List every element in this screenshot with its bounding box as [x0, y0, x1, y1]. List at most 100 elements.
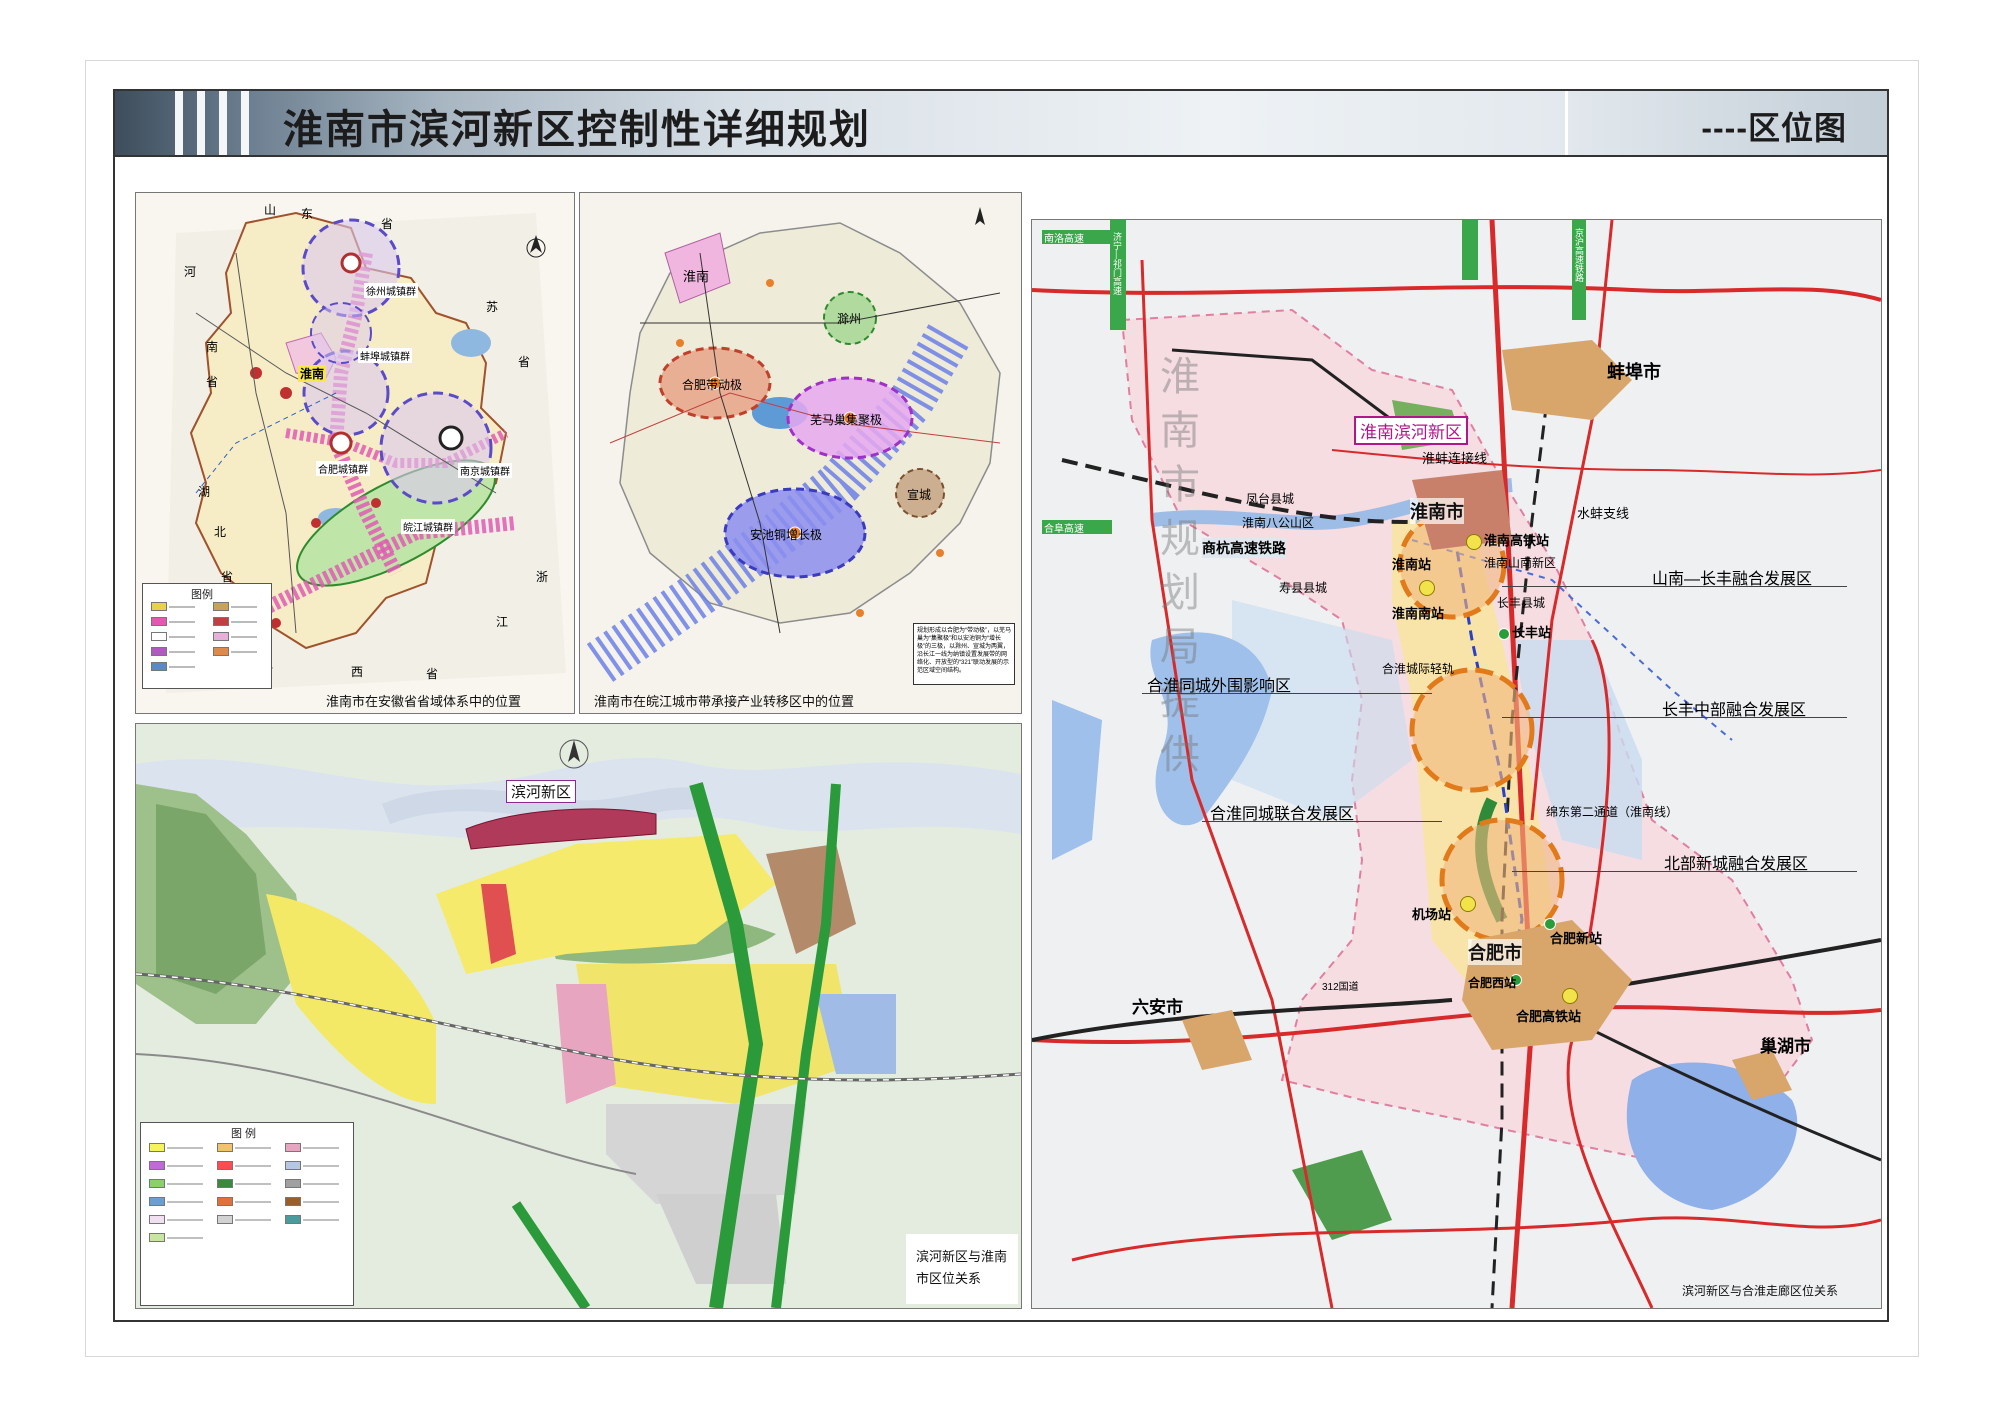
legend-swatch [285, 1143, 301, 1152]
province-map-panel: 山 东 省 河 南 省 苏 省 湖 北 省 浙 江 江 西 省 淮南 徐州城镇群… [135, 192, 575, 714]
legend-swatch [149, 1143, 165, 1152]
legend-swatch-line [303, 1147, 339, 1149]
page-title: 淮南市滨河新区控制性详细规划 [283, 108, 871, 152]
title-stripe [241, 91, 249, 155]
province-label-zhe: 浙 [536, 570, 549, 584]
province-label-sheng2: 省 [206, 375, 219, 389]
legend-swatch [213, 617, 229, 626]
xuzhou-cluster-label: 徐州城镇群 [364, 283, 418, 298]
legend-swatch-line [231, 651, 257, 653]
wanjiang-cluster-label: 皖江城镇群 [401, 519, 455, 534]
legend-swatch [151, 602, 167, 611]
legend-swatch-line [231, 636, 257, 638]
legend-swatch [285, 1197, 301, 1206]
province-legend: 图例 [142, 583, 272, 689]
legend-swatch [217, 1143, 233, 1152]
legend-swatch [217, 1179, 233, 1188]
corridor-caption: 滨河新区与合淮走廊区位关系 [1682, 1284, 1839, 1298]
binhe-legend: 图 例 [140, 1122, 354, 1306]
nanjing-cluster-label: 南京城镇群 [458, 463, 512, 478]
title-separator [1565, 91, 1568, 155]
line-nanluo: 南洛高速 [1044, 234, 1084, 245]
legend-swatch [151, 632, 167, 641]
station-marker-huainan [1419, 580, 1435, 596]
line-hefu: 合阜高速 [1044, 524, 1084, 535]
legend-swatch [149, 1161, 165, 1170]
zone-leader-line [1502, 586, 1847, 587]
legend-swatch-line [303, 1183, 339, 1185]
station-huainan-hsr: 淮南高铁站 [1484, 533, 1550, 548]
station-airport: 机场站 [1412, 907, 1452, 922]
legend-swatch [151, 647, 167, 656]
legend-swatch-line [235, 1201, 271, 1203]
legend-swatch-line [235, 1183, 271, 1185]
zone-leader-line [1202, 821, 1442, 822]
station-hefei-new: 合肥新站 [1550, 931, 1603, 946]
legend-swatch-line [167, 1147, 203, 1149]
legend-swatch [217, 1197, 233, 1206]
line-huaibeng: 淮蚌连接线 [1422, 451, 1488, 466]
wanjiang-note-box: 规划形成以合肥为“带动极”，以芜马巢为“集聚极”和以安池铜为“增长极”的三极，以… [913, 623, 1015, 685]
legend-swatch-line [167, 1183, 203, 1185]
title-bar: 淮南市滨河新区控制性详细规划 ----区位图 [115, 91, 1887, 157]
binhe-district-label: 滨河新区 [506, 780, 577, 803]
place-shou-county: 寿县县城 [1279, 581, 1328, 595]
station-marker-huainan-hsr [1466, 534, 1482, 550]
province-legend-title: 图例 [191, 589, 213, 601]
province-label-shandong: 山 [264, 203, 277, 217]
legend-swatch [213, 647, 229, 656]
province-label-sheng: 省 [381, 217, 394, 231]
city-bengbu: 蚌埠市 [1607, 362, 1661, 382]
station-huainan-south: 淮南南站 [1392, 606, 1445, 621]
anchi-pole-label: 安池铜增长极 [750, 528, 823, 542]
binhe-caption-line2: 市区位关系 [916, 1271, 982, 1286]
province-label-su: 苏 [486, 300, 499, 314]
legend-swatch-line [167, 1201, 203, 1203]
province-label-xi: 西 [351, 665, 364, 679]
province-label-dong: 东 [301, 207, 314, 221]
legend-swatch-line [169, 636, 195, 638]
province-label-henan2: 南 [206, 340, 219, 354]
legend-swatch-line [303, 1165, 339, 1167]
line-shuibeng: 水蚌支线 [1577, 506, 1630, 521]
legend-swatch-line [167, 1237, 203, 1239]
legend-swatch [285, 1215, 301, 1224]
province-label-bei: 北 [214, 525, 227, 539]
place-shannan-new: 淮南山南新区 [1484, 556, 1557, 570]
binhe-legend-title: 图 例 [231, 1128, 257, 1140]
page-subtitle: ----区位图 [1701, 110, 1847, 146]
zone-leader-line [1502, 717, 1847, 718]
city-chaohu: 巢湖市 [1760, 1037, 1811, 1056]
legend-swatch [285, 1161, 301, 1170]
legend-swatch-line [169, 621, 195, 623]
wanjiang-caption: 淮南市在皖江城市带承接产业转移区中的位置 [594, 694, 855, 709]
legend-swatch-line [303, 1201, 339, 1203]
legend-swatch-line [169, 606, 195, 608]
station-marker-hefei-hsr [1562, 988, 1578, 1004]
city-huainan: 淮南市 [1410, 498, 1464, 524]
legend-swatch [151, 662, 167, 671]
place-changfeng-county: 长丰县城 [1497, 596, 1546, 610]
legend-swatch [149, 1233, 165, 1242]
legend-swatch-line [169, 651, 195, 653]
legend-swatch-line [231, 621, 257, 623]
title-stripe [197, 91, 205, 155]
binhe-map-panel: 滨河新区 图 例 滨河新区与淮南 市区位关系 [135, 723, 1022, 1309]
xuancheng-label: 宣城 [907, 488, 932, 502]
legend-swatch [217, 1161, 233, 1170]
bengbu-cluster-label: 蚌埠城镇群 [358, 348, 412, 363]
wanjiang-note: 规划形成以合肥为“带动极”，以芜马巢为“集聚极”和以安池铜为“增长极”的三极，以… [917, 628, 1011, 674]
wanjiang-huainan-label: 淮南 [683, 269, 710, 284]
city-luan: 六安市 [1132, 998, 1183, 1017]
province-caption: 淮南市在安徽省省域体系中的位置 [326, 694, 522, 709]
corridor-map-panel: 淮南市规划局提供 淮南滨河新区 蚌埠市 淮南市 合肥市 六安市 巢湖市 淮南高铁… [1031, 219, 1882, 1309]
legend-swatch-line [167, 1219, 203, 1221]
line-road312: 312国道 [1322, 982, 1359, 993]
binhe-caption-box: 滨河新区与淮南 市区位关系 [906, 1234, 1018, 1304]
province-label-sheng3: 省 [518, 355, 531, 369]
province-label-sheng5: 省 [426, 667, 439, 681]
province-label-jiang2: 江 [496, 615, 509, 629]
place-bagongshan: 淮南八公山区 [1242, 516, 1315, 530]
legend-swatch-line [235, 1147, 271, 1149]
legend-swatch [217, 1215, 233, 1224]
